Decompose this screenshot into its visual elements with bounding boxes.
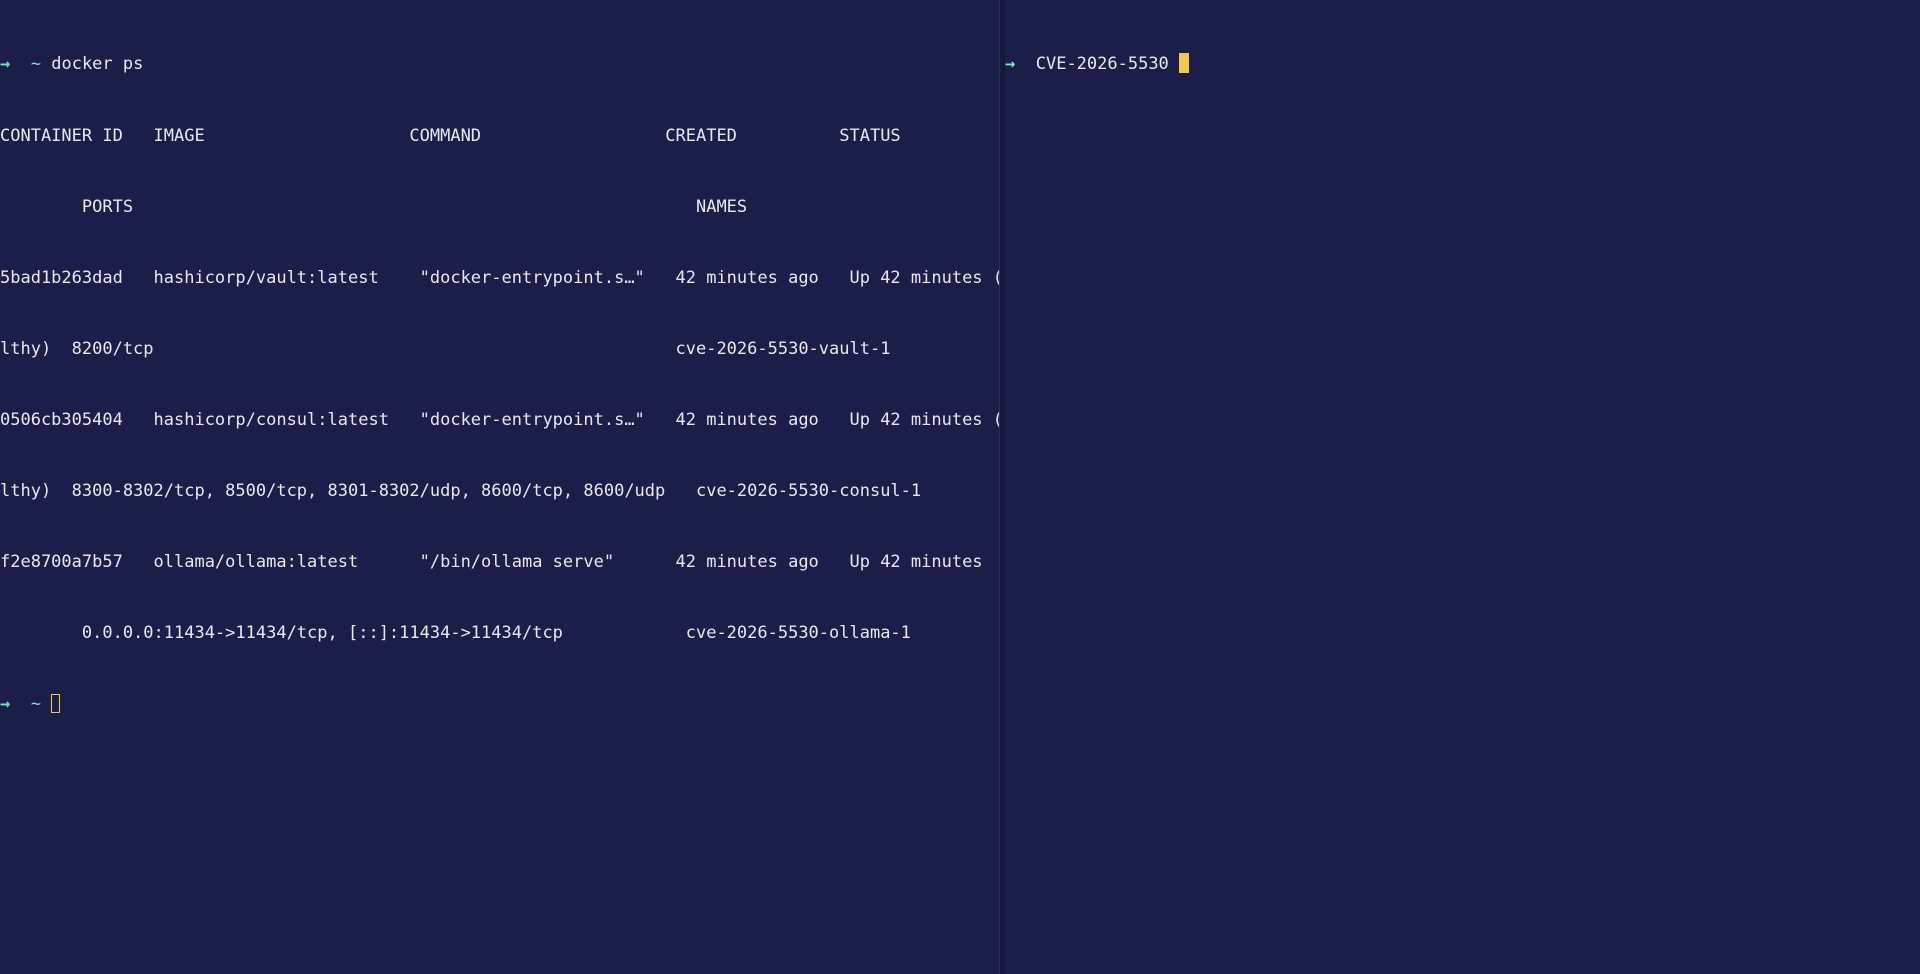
- text-cursor-icon: [1179, 53, 1190, 74]
- active-prompt-line[interactable]: → ~: [0, 693, 999, 717]
- typed-command: docker ps: [51, 54, 144, 75]
- output-line: f2e8700a7b57 ollama/ollama:latest "/bin/…: [0, 552, 983, 573]
- prompt-directory: ~: [30, 54, 41, 75]
- active-prompt-line[interactable]: → CVE-2026-5530: [1005, 53, 1920, 77]
- terminal-output-left: → ~ docker ps CONTAINER ID IMAGE COMMAND…: [0, 6, 999, 764]
- prompt-directory: CVE-2026-5530: [1035, 54, 1169, 75]
- output-line: 0.0.0.0:11434->11434/tcp, [::]:11434->11…: [0, 623, 911, 644]
- terminal-pane-right[interactable]: → CVE-2026-5530: [1005, 0, 1920, 974]
- output-line: 0506cb305404 hashicorp/consul:latest "do…: [0, 409, 999, 430]
- output-line: 5bad1b263dad hashicorp/vault:latest "doc…: [0, 267, 999, 288]
- prompt-arrow-icon: →: [0, 694, 11, 715]
- output-line: CONTAINER ID IMAGE COMMAND CREATED STATU…: [0, 125, 901, 146]
- terminal-window: → ~ docker ps CONTAINER ID IMAGE COMMAND…: [0, 0, 1920, 974]
- text-cursor-icon: [51, 694, 61, 714]
- output-line: lthy) 8200/tcp cve-2026-5530-vault-1: [0, 338, 891, 359]
- output-line: PORTS NAMES: [0, 196, 748, 217]
- prompt-arrow-icon: →: [0, 54, 11, 75]
- command-line: → ~ docker ps: [0, 53, 999, 77]
- prompt-directory: ~: [30, 694, 41, 715]
- terminal-output-right: → CVE-2026-5530: [1005, 6, 1920, 125]
- prompt-arrow-icon: →: [1005, 54, 1016, 75]
- terminal-pane-left[interactable]: → ~ docker ps CONTAINER ID IMAGE COMMAND…: [0, 0, 999, 974]
- output-line: lthy) 8300-8302/tcp, 8500/tcp, 8301-8302…: [0, 480, 922, 501]
